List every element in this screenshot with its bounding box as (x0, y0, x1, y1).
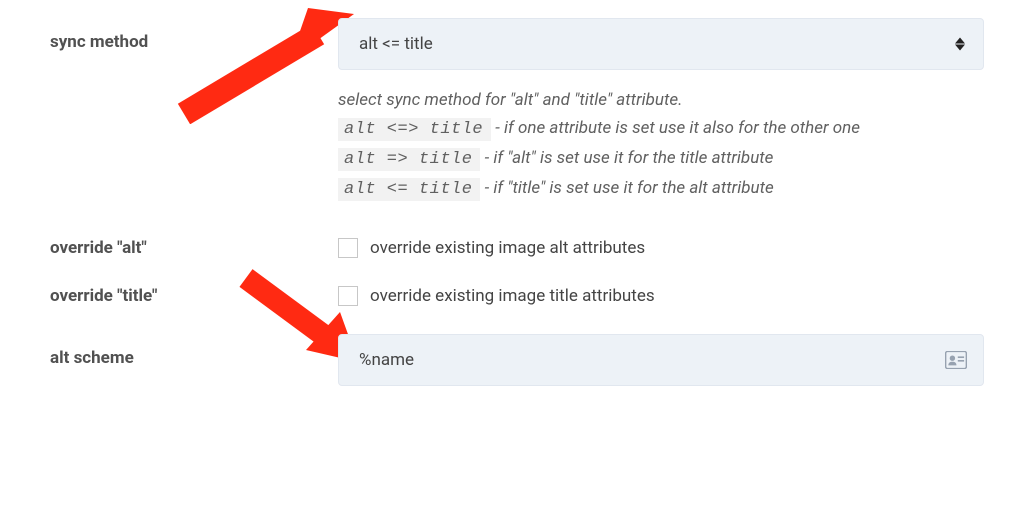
label-alt-scheme: alt scheme (50, 334, 338, 368)
help-intro: select sync method for "alt" and "title"… (338, 86, 984, 114)
alt-scheme-input[interactable]: %name (338, 334, 984, 386)
help-opt3: alt <= title - if "title" is set use it … (338, 174, 984, 204)
help-opt3-code: alt <= title (338, 178, 480, 201)
row-sync-method: sync method alt <= title select sync met… (50, 18, 984, 204)
help-opt2: alt => title - if "alt" is set use it fo… (338, 144, 984, 174)
override-title-checkbox-row: override existing image title attributes (338, 286, 984, 306)
col-override-alt: override existing image alt attributes (338, 238, 984, 258)
help-opt1-desc: - if one attribute is set use it also fo… (491, 118, 860, 138)
row-alt-scheme: alt scheme %name (50, 334, 984, 386)
chevron-updown-icon (955, 38, 965, 51)
alt-scheme-value: %name (359, 350, 414, 370)
sync-method-help: select sync method for "alt" and "title"… (338, 86, 984, 204)
id-card-icon (945, 351, 967, 369)
override-alt-checkbox-row: override existing image alt attributes (338, 238, 984, 258)
sync-method-selected-value: alt <= title (359, 34, 433, 54)
row-override-title: override "title" override existing image… (50, 286, 984, 306)
sync-method-select[interactable]: alt <= title (338, 18, 984, 70)
row-override-alt: override "alt" override existing image a… (50, 238, 984, 258)
help-opt1: alt <=> title - if one attribute is set … (338, 114, 984, 144)
col-override-title: override existing image title attributes (338, 286, 984, 306)
help-opt1-code: alt <=> title (338, 118, 491, 141)
override-alt-checkbox[interactable] (338, 238, 358, 258)
override-title-checkbox-label: override existing image title attributes (370, 286, 655, 306)
label-sync-method: sync method (50, 18, 338, 52)
label-override-title: override "title" (50, 286, 338, 306)
help-opt2-code: alt => title (338, 148, 480, 171)
col-alt-scheme: %name (338, 334, 984, 386)
help-opt3-desc: - if "title" is set use it for the alt a… (480, 178, 773, 198)
help-opt2-desc: - if "alt" is set use it for the title a… (480, 148, 773, 168)
override-title-checkbox[interactable] (338, 286, 358, 306)
override-alt-checkbox-label: override existing image alt attributes (370, 238, 645, 258)
col-sync-method: alt <= title select sync method for "alt… (338, 18, 984, 204)
label-override-alt: override "alt" (50, 238, 338, 258)
